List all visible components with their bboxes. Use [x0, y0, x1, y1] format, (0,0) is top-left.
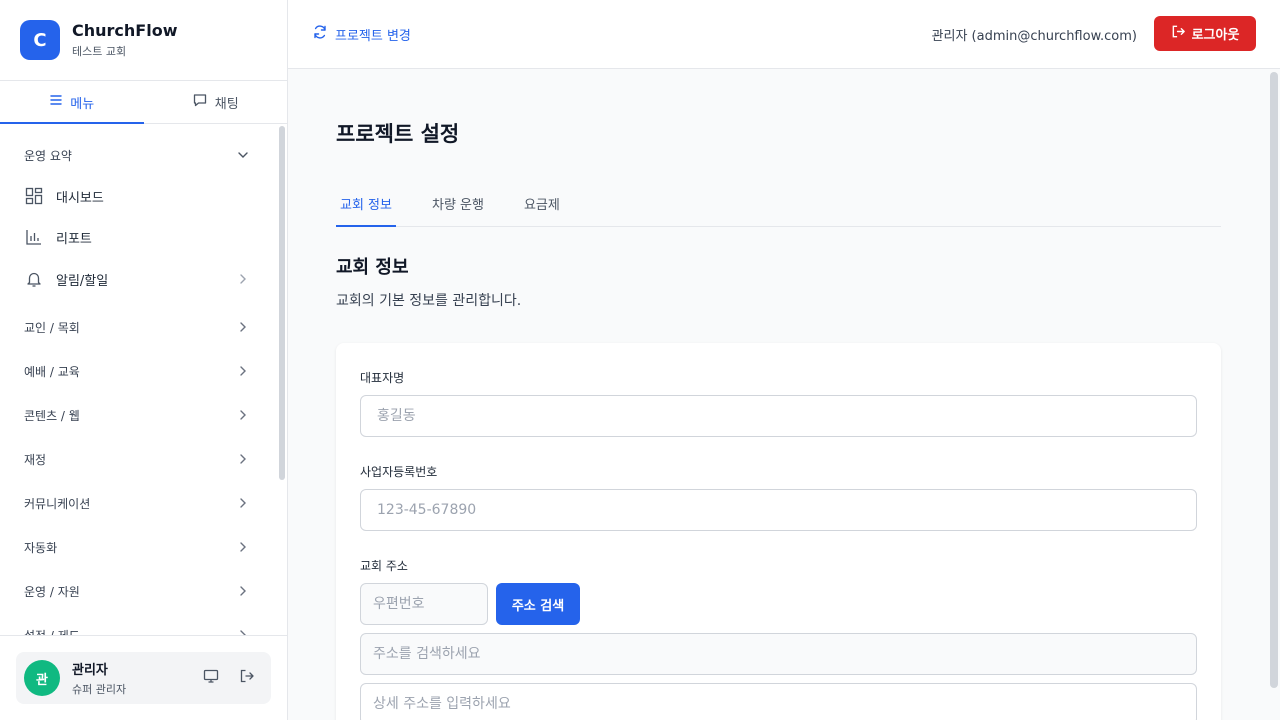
address-search-button[interactable]: 주소 검색 — [496, 583, 580, 625]
address-input[interactable] — [360, 633, 1197, 675]
logout-icon — [1171, 24, 1186, 43]
menu-group-finance[interactable]: 재정 — [24, 449, 250, 469]
user-name: 관리자 — [72, 663, 108, 678]
sidebar-tab-menu-label: 메뉴 — [70, 96, 95, 112]
menu-group-operations[interactable]: 운영 / 자원 — [24, 581, 250, 601]
settings-tabs: 교회 정보 차량 운행 요금제 — [336, 180, 1221, 227]
bar-chart-icon — [24, 227, 44, 247]
avatar: 관 — [24, 660, 60, 696]
refresh-icon — [312, 24, 328, 44]
representative-label: 대표자명 — [360, 371, 405, 385]
main-scrollbar[interactable] — [1270, 72, 1278, 688]
chevron-right-icon — [236, 628, 250, 635]
menu-group-label: 콘텐츠 / 웹 — [24, 408, 80, 423]
address-detail-input[interactable] — [360, 683, 1197, 720]
sidebar: C ChurchFlow 테스트 교회 메뉴 채팅 운영 요약 대시보드 리포트… — [0, 0, 288, 720]
representative-input[interactable] — [360, 395, 1197, 437]
sidebar-menu: 운영 요약 대시보드 리포트 알림/할일 교인 / 목회 예배 / 교육 콘텐츠… — [0, 124, 287, 635]
user-role: 슈퍼 관리자 — [72, 683, 127, 696]
menu-item-label: 리포트 — [56, 231, 92, 247]
menu-group-communication[interactable]: 커뮤니케이션 — [24, 493, 250, 513]
chevron-right-icon — [236, 320, 250, 334]
address-label: 교회 주소 — [360, 559, 408, 573]
tab-church-info[interactable]: 교회 정보 — [336, 180, 396, 227]
top-bar: 프로젝트 변경 관리자 (admin@churchflow.com) 로그아웃 — [288, 0, 1280, 69]
church-name: 테스트 교회 — [72, 45, 127, 58]
chevron-down-icon — [236, 148, 250, 162]
chat-icon — [192, 92, 208, 112]
section-title: 교회 정보 — [336, 257, 409, 278]
menu-group-worship[interactable]: 예배 / 교육 — [24, 361, 250, 381]
page-title: 프로젝트 설정 — [336, 122, 460, 146]
menu-group-label: 재정 — [24, 452, 47, 467]
tab-vehicle[interactable]: 차량 운행 — [428, 180, 488, 226]
menu-group-label: 운영 요약 — [24, 148, 72, 163]
project-switch-button[interactable]: 프로젝트 변경 — [312, 24, 411, 44]
sidebar-tabs: 메뉴 채팅 — [0, 81, 287, 124]
chevron-right-icon — [236, 452, 250, 466]
menu-item-alerts[interactable]: 알림/할일 — [24, 267, 250, 291]
brand[interactable]: C ChurchFlow 테스트 교회 — [0, 0, 287, 81]
sidebar-scrollbar[interactable] — [279, 126, 285, 480]
project-switch-label: 프로젝트 변경 — [335, 28, 411, 44]
dashboard-icon — [24, 186, 44, 206]
logout-button[interactable]: 로그아웃 — [1154, 16, 1256, 51]
chevron-right-icon — [236, 364, 250, 378]
section-description: 교회의 기본 정보를 관리합니다. — [336, 293, 522, 309]
menu-group-content[interactable]: 콘텐츠 / 웹 — [24, 405, 250, 425]
sidebar-tab-chat[interactable]: 채팅 — [144, 81, 288, 123]
menu-group-summary[interactable]: 운영 요약 — [24, 145, 250, 165]
menu-group-label: 운영 / 자원 — [24, 584, 80, 599]
admin-account: 관리자 (admin@churchflow.com) — [931, 29, 1137, 44]
chevron-right-icon — [236, 540, 250, 554]
menu-item-label: 대시보드 — [56, 190, 104, 206]
chevron-right-icon — [236, 408, 250, 422]
tab-pricing[interactable]: 요금제 — [520, 180, 564, 226]
menu-group-label: 자동화 — [24, 540, 58, 555]
menu-group-settings[interactable]: 설정 / 제도 — [24, 625, 250, 635]
user-panel: 관 관리자 슈퍼 관리자 — [0, 635, 287, 720]
menu-group-label: 설정 / 제도 — [24, 627, 80, 636]
business-number-input[interactable] — [360, 489, 1197, 531]
logout-label: 로그아웃 — [1191, 28, 1240, 43]
sidebar-tab-chat-label: 채팅 — [214, 96, 239, 112]
menu-group-label: 교인 / 목회 — [24, 320, 80, 335]
menu-icon — [49, 93, 63, 111]
menu-group-members[interactable]: 교인 / 목회 — [24, 317, 250, 337]
brand-logo: C — [20, 20, 60, 60]
menu-group-label: 예배 / 교육 — [24, 364, 80, 379]
menu-item-dashboard[interactable]: 대시보드 — [24, 184, 250, 208]
chevron-right-icon — [236, 272, 250, 286]
bell-icon — [24, 269, 44, 289]
logout-icon[interactable] — [239, 668, 255, 688]
zip-code-input[interactable] — [360, 583, 488, 625]
church-info-form: 대표자명 사업자등록번호 교회 주소 주소 검색 — [336, 343, 1221, 720]
chevron-right-icon — [236, 584, 250, 598]
brand-name: ChurchFlow — [72, 21, 178, 40]
monitor-icon[interactable] — [203, 668, 219, 688]
user-card: 관 관리자 슈퍼 관리자 — [16, 652, 271, 704]
business-number-label: 사업자등록번호 — [360, 465, 438, 479]
menu-item-label: 알림/할일 — [56, 273, 109, 289]
sidebar-tab-menu[interactable]: 메뉴 — [0, 81, 144, 124]
chevron-right-icon — [236, 496, 250, 510]
menu-group-automation[interactable]: 자동화 — [24, 537, 250, 557]
menu-group-label: 커뮤니케이션 — [24, 496, 91, 511]
menu-item-report[interactable]: 리포트 — [24, 225, 250, 249]
